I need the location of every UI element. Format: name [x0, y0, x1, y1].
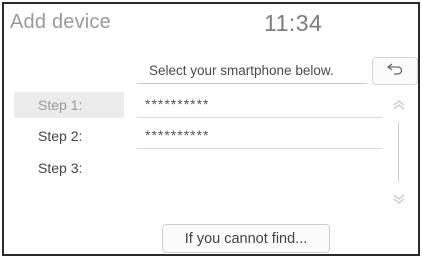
- double-chevron-down-icon: [392, 193, 406, 210]
- step-2-value[interactable]: **********: [137, 123, 382, 149]
- instruction-text: Select your smartphone below.: [137, 57, 367, 84]
- clock: 11:34: [264, 10, 323, 36]
- cannot-find-label: If you cannot find...: [184, 230, 308, 247]
- back-arrow-icon: [386, 62, 403, 80]
- scrollbar-track[interactable]: [398, 122, 399, 182]
- step-1-value[interactable]: **********: [137, 92, 382, 118]
- step-2-label: Step 2:: [38, 128, 83, 144]
- page-title: Add device: [10, 11, 111, 33]
- add-device-screen: Add device 11:34 Select your smartphone …: [2, 2, 420, 256]
- scroll-down-button[interactable]: [392, 192, 406, 206]
- cannot-find-button[interactable]: If you cannot find...: [162, 224, 330, 253]
- scroll-up-button[interactable]: [392, 98, 406, 112]
- double-chevron-up-icon: [392, 99, 406, 116]
- back-button[interactable]: [372, 57, 418, 85]
- step-1-label: Step 1:: [14, 92, 124, 118]
- step-3-label: Step 3:: [38, 160, 83, 176]
